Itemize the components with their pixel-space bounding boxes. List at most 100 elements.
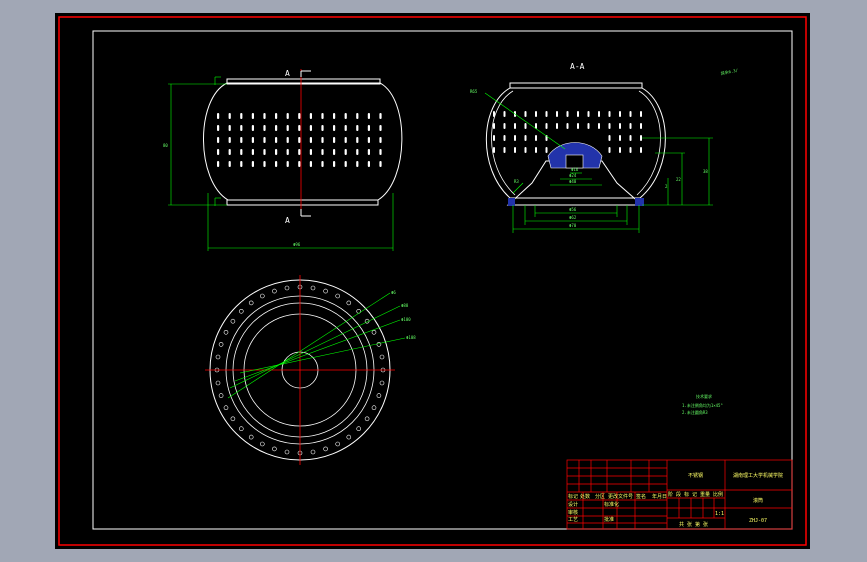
perforation-slot — [321, 125, 324, 131]
perforation-slot — [228, 113, 231, 119]
plan-hole — [260, 441, 265, 447]
perforation-slot — [577, 111, 579, 117]
perforation-slot — [367, 149, 370, 155]
perforation-slot — [640, 147, 642, 153]
perforation-slot — [608, 111, 611, 117]
sec-h2-dim: 22 — [676, 177, 681, 182]
plan-hole — [248, 300, 254, 306]
tech-req-line-2: 2.未注圆角R3 — [682, 409, 708, 415]
plan-hole — [239, 426, 244, 432]
perforation-slot — [577, 123, 579, 129]
leader3-dim: R3 — [514, 179, 519, 184]
perforation-slot — [217, 137, 220, 143]
leader1-dim: R65 — [470, 89, 478, 94]
section-inner-shell — [491, 90, 516, 196]
tb-scale: 1:1 — [715, 511, 724, 517]
plan-dim-4: Φ108 — [406, 335, 416, 340]
perforation-slot — [309, 161, 312, 167]
perforation-slot — [619, 111, 621, 117]
perforation-slot — [493, 135, 495, 141]
plan-hole — [346, 300, 352, 306]
perforation-slot — [344, 137, 347, 143]
section-title: A-A — [570, 62, 585, 71]
plan-hole — [364, 416, 370, 422]
tech-req-line-1: 1.未注倒角均为1×45° — [682, 402, 723, 408]
perforation-slot — [263, 113, 266, 119]
sec-h1-dim: 38 — [703, 169, 708, 174]
perforation-slot — [321, 113, 324, 119]
perforation-slot — [545, 147, 548, 153]
perforation-slot — [535, 135, 537, 141]
plan-hole — [379, 380, 385, 386]
plan-hole — [223, 329, 229, 335]
tb-school: 湖南理工大学机械学院 — [733, 472, 783, 479]
perforation-slot — [263, 137, 266, 143]
perforation-slot — [535, 147, 537, 153]
perforation-slot — [524, 111, 527, 117]
plan-hole — [371, 329, 377, 335]
perforation-slot — [379, 125, 382, 131]
perforation-slot — [309, 149, 312, 155]
front-view-slots — [217, 113, 382, 167]
tb-header-5: 年月日 — [652, 493, 667, 500]
tb-role-0: 设计 — [568, 501, 578, 508]
front-body-outline — [203, 82, 403, 201]
perforation-slot — [608, 123, 611, 129]
perforation-slot — [298, 113, 301, 119]
perforation-slot — [524, 135, 527, 141]
tb-header-4: 签名 — [636, 493, 646, 500]
plan-hole — [310, 285, 316, 291]
perforation-slot — [286, 161, 289, 167]
perforation-slot — [367, 137, 370, 143]
plan-dim-2: Φ88 — [401, 303, 409, 308]
perforation-slot — [503, 147, 506, 153]
perforation-slot — [344, 113, 347, 119]
sec-w6-dim: Φ70 — [569, 223, 577, 228]
section-marker-top: A — [285, 69, 290, 78]
perforation-slot — [309, 137, 312, 143]
section-marker-bottom: A — [285, 216, 290, 225]
perforation-slot — [240, 137, 243, 143]
perforation-slot — [535, 111, 537, 117]
perforation-slot — [629, 147, 632, 153]
plan-hole — [310, 449, 316, 455]
perforation-slot — [309, 113, 312, 119]
perforation-slot — [629, 123, 632, 129]
perforation-slot — [514, 123, 516, 129]
perforation-slot — [217, 161, 220, 167]
perforation-slot — [379, 137, 382, 143]
tb-role-2: 工艺 — [568, 517, 578, 523]
plan-hole — [215, 354, 221, 360]
plan-hole — [323, 288, 328, 294]
front-dimensions — [168, 76, 394, 251]
perforation-slot — [545, 111, 548, 117]
leader2-dim: 2 — [665, 184, 668, 189]
plan-hole — [215, 380, 221, 386]
plan-dim-1: Φ6 — [391, 290, 396, 295]
perforation-slot — [228, 137, 231, 143]
perforation-slot — [275, 113, 278, 119]
perforation-slot — [587, 111, 590, 117]
perforation-slot — [493, 111, 495, 117]
perforation-slot — [367, 113, 370, 119]
perforation-slot — [598, 123, 600, 129]
section-cut-bottom — [300, 209, 311, 217]
perforation-slot — [566, 123, 569, 129]
perforation-slot — [251, 161, 254, 167]
perforation-slot — [356, 161, 359, 167]
perforation-slot — [275, 125, 278, 131]
perforation-slot — [367, 125, 370, 131]
perforation-slot — [524, 123, 527, 129]
perforation-slot — [321, 161, 324, 167]
perforation-slot — [333, 137, 336, 143]
plan-view: Φ6 Φ88 Φ100 Φ108 — [205, 275, 416, 465]
perforation-slot — [619, 147, 621, 153]
perforation-slot — [333, 125, 336, 131]
tb-header-0: 标记 — [568, 493, 578, 500]
perforation-slot — [333, 161, 336, 167]
section-view: A-A 其余6.3/ R65 R3 2 38 22 Φ16 Φ24 Φ40 Φ5… — [470, 62, 739, 233]
perforation-slot — [263, 125, 266, 131]
plan-hole — [272, 446, 277, 452]
perforation-slot — [286, 125, 289, 131]
plan-hole — [230, 416, 236, 422]
